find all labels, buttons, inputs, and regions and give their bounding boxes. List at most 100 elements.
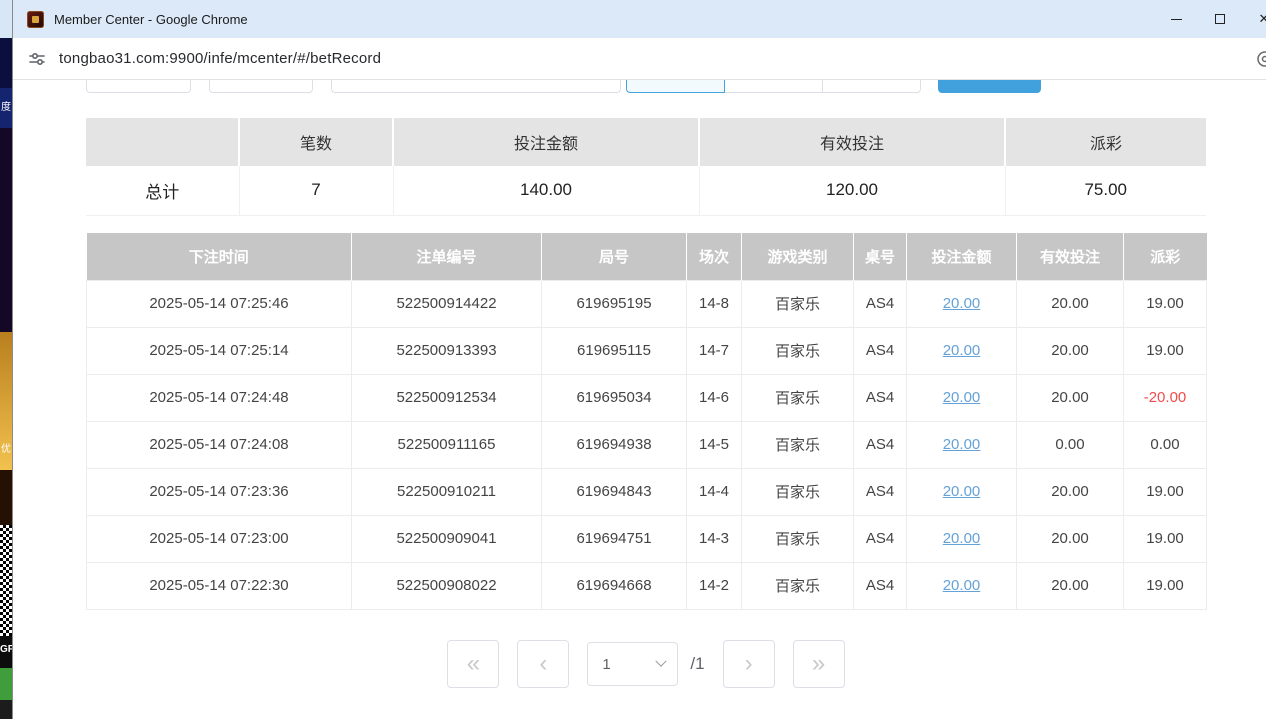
cell-bet-time: 2025-05-14 07:22:30 (87, 562, 352, 609)
toolbar-tab-2[interactable] (724, 80, 823, 93)
strip-segment (0, 470, 12, 525)
browser-settings-icon[interactable] (1255, 49, 1266, 69)
cell-payout: 19.00 (1124, 327, 1207, 374)
next-page-button[interactable]: › (723, 640, 775, 688)
toolbar-tab-1[interactable] (626, 80, 725, 93)
site-settings-icon[interactable] (27, 49, 47, 69)
cell-bet-id: 522500912534 (352, 374, 542, 421)
cell-session: 14-5 (687, 421, 742, 468)
table-row: 2025-05-14 07:23:36 522500910211 6196948… (87, 468, 1207, 515)
cell-table-no: AS4 (854, 468, 907, 515)
header-session: 场次 (687, 233, 742, 280)
summary-total-valid-bet: 120.00 (699, 166, 1005, 215)
header-payout: 派彩 (1124, 233, 1207, 280)
minimize-icon (1171, 19, 1182, 20)
cell-bet-time: 2025-05-14 07:25:14 (87, 327, 352, 374)
next-page-icon: › (745, 652, 753, 676)
pagination: « ‹ 1 /1 › » (86, 640, 1206, 688)
cell-bet-id: 522500908022 (352, 562, 542, 609)
bet-amount-link[interactable]: 20.00 (943, 342, 981, 359)
cell-round-id: 619694938 (542, 421, 687, 468)
header-valid-bet: 有效投注 (1017, 233, 1124, 280)
strip-segment (0, 700, 12, 719)
bet-amount-link[interactable]: 20.00 (943, 295, 981, 312)
cell-payout: 19.00 (1124, 562, 1207, 609)
maximize-button[interactable] (1198, 0, 1242, 38)
cell-round-id: 619694668 (542, 562, 687, 609)
cell-bet-time: 2025-05-14 07:23:36 (87, 468, 352, 515)
cell-game-type: 百家乐 (742, 280, 854, 327)
summary-header-row: 笔数 投注金额 有效投注 派彩 (86, 118, 1206, 166)
cell-bet-time: 2025-05-14 07:24:08 (87, 421, 352, 468)
cell-bet-time: 2025-05-14 07:23:00 (87, 515, 352, 562)
bet-amount-link[interactable]: 20.00 (943, 483, 981, 500)
cell-game-type: 百家乐 (742, 421, 854, 468)
summary-header-blank (86, 118, 239, 166)
cell-payout: 0.00 (1124, 421, 1207, 468)
cell-game-type: 百家乐 (742, 515, 854, 562)
cell-bet-amount: 20.00 (907, 468, 1017, 515)
summary-total-label: 总计 (86, 166, 239, 215)
cell-round-id: 619695115 (542, 327, 687, 374)
bet-amount-link[interactable]: 20.00 (943, 389, 981, 406)
cell-payout: 19.00 (1124, 515, 1207, 562)
maximize-icon (1215, 14, 1225, 24)
close-icon: ✕ (1259, 11, 1266, 27)
total-pages-label: /1 (690, 654, 704, 674)
cell-game-type: 百家乐 (742, 374, 854, 421)
toolbar-button-2[interactable] (209, 80, 313, 93)
cell-payout: 19.00 (1124, 468, 1207, 515)
window-title: Member Center - Google Chrome (54, 12, 248, 27)
table-row: 2025-05-14 07:23:00 522500909041 6196947… (87, 515, 1207, 562)
strip-segment (0, 0, 12, 38)
close-button[interactable]: ✕ (1242, 0, 1266, 38)
prev-page-icon: ‹ (539, 652, 547, 676)
chevron-down-icon (656, 656, 667, 667)
cell-bet-id: 522500909041 (352, 515, 542, 562)
cell-valid-bet: 20.00 (1017, 327, 1124, 374)
first-page-button[interactable]: « (447, 640, 499, 688)
cell-valid-bet: 20.00 (1017, 374, 1124, 421)
bet-amount-link[interactable]: 20.00 (943, 436, 981, 453)
window-titlebar[interactable]: Member Center - Google Chrome ✕ (13, 0, 1266, 38)
toolbar-tab-3[interactable] (822, 80, 921, 93)
cell-valid-bet: 20.00 (1017, 515, 1124, 562)
header-bet-time: 下注时间 (87, 233, 352, 280)
search-button[interactable] (938, 80, 1041, 93)
header-round-id: 局号 (542, 233, 687, 280)
cell-table-no: AS4 (854, 280, 907, 327)
header-table-no: 桌号 (854, 233, 907, 280)
cell-bet-amount: 20.00 (907, 421, 1017, 468)
strip-segment (0, 128, 12, 332)
bet-amount-link[interactable]: 20.00 (943, 530, 981, 547)
summary-header-payout: 派彩 (1005, 118, 1206, 166)
cell-bet-id: 522500914422 (352, 280, 542, 327)
bet-table-header-row: 下注时间 注单编号 局号 场次 游戏类别 桌号 投注金额 有效投注 派彩 (87, 233, 1207, 280)
cell-round-id: 619695195 (542, 280, 687, 327)
cell-game-type: 百家乐 (742, 468, 854, 515)
page-select-value: 1 (602, 656, 610, 673)
prev-page-button[interactable]: ‹ (517, 640, 569, 688)
bet-amount-link[interactable]: 20.00 (943, 577, 981, 594)
cell-game-type: 百家乐 (742, 327, 854, 374)
minimize-button[interactable] (1154, 0, 1198, 38)
cell-round-id: 619695034 (542, 374, 687, 421)
toolbar-search-input[interactable] (331, 80, 621, 93)
summary-table: 笔数 投注金额 有效投注 派彩 总计 7 140.00 120.00 75.00 (86, 118, 1206, 216)
summary-total-payout: 75.00 (1005, 166, 1206, 215)
browser-address-bar: tongbao31.com:9900/infe/mcenter/#/betRec… (13, 38, 1266, 80)
page-select[interactable]: 1 (587, 642, 678, 686)
last-page-button[interactable]: » (793, 640, 845, 688)
cell-game-type: 百家乐 (742, 562, 854, 609)
toolbar-button-1[interactable] (86, 80, 191, 93)
cell-bet-amount: 20.00 (907, 562, 1017, 609)
strip-segment-text: GP (0, 636, 12, 668)
window-controls: ✕ (1154, 0, 1266, 38)
cell-session: 14-4 (687, 468, 742, 515)
cell-round-id: 619694843 (542, 468, 687, 515)
url-text[interactable]: tongbao31.com:9900/infe/mcenter/#/betRec… (59, 50, 381, 67)
cell-bet-id: 522500913393 (352, 327, 542, 374)
summary-header-bet-amount: 投注金额 (393, 118, 699, 166)
strip-segment (0, 668, 12, 700)
table-row: 2025-05-14 07:22:30 522500908022 6196946… (87, 562, 1207, 609)
